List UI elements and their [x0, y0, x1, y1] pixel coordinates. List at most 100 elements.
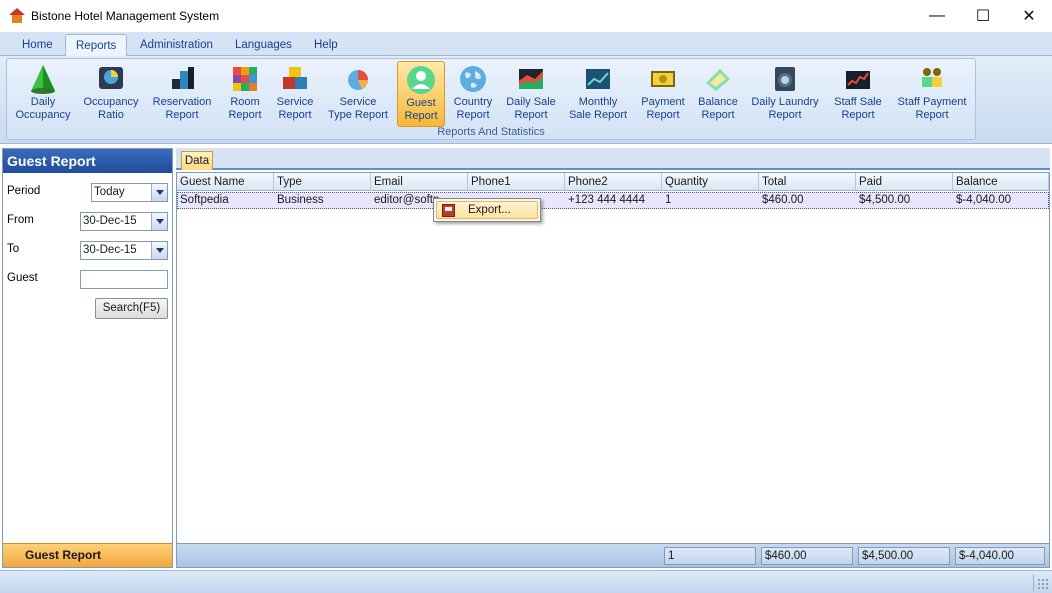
cell-type: Business	[277, 194, 324, 206]
service-type-report-button[interactable]: Service Type Report	[325, 61, 391, 127]
pie-chart-icon	[99, 67, 123, 89]
column-header-paid[interactable]: Paid	[856, 173, 953, 191]
summary-total: $460.00	[761, 547, 853, 565]
cubes-icon	[233, 67, 257, 91]
reservation-report-button[interactable]: Reservation Report	[149, 61, 215, 127]
filter-panel: Guest Report Period Today From 30-Dec-15…	[2, 148, 173, 568]
area-chart-icon	[519, 69, 543, 89]
export-menu-item[interactable]: Export...	[436, 201, 538, 219]
room-report-label: Room Report	[228, 96, 262, 121]
house-icon	[9, 8, 25, 24]
column-header-guest-name[interactable]: Guest Name	[177, 173, 274, 191]
service-report-label: Service Report	[276, 96, 314, 121]
reservation-report-label: Reservation Report	[152, 96, 212, 121]
tab-administration[interactable]: Administration	[130, 34, 223, 56]
maximize-button[interactable]: ☐	[960, 0, 1006, 32]
summary-paid: $4,500.00	[858, 547, 950, 565]
monthly-sale-report-button[interactable]: Monthly Sale Report	[565, 61, 631, 127]
column-header-quantity[interactable]: Quantity	[662, 173, 759, 191]
title-bar: Bistone Hotel Management System — ☐ ✕	[0, 0, 1052, 32]
chevron-down-icon[interactable]	[151, 184, 167, 201]
guest-input[interactable]	[80, 270, 168, 289]
cell-balance: $-4,040.00	[956, 194, 1011, 206]
globe-icon	[460, 66, 486, 92]
staff-money-icon	[922, 68, 942, 87]
export-label: Export...	[468, 204, 511, 216]
monthly-sale-report-label: Monthly Sale Report	[568, 96, 628, 121]
column-header-phone2[interactable]: Phone2	[565, 173, 662, 191]
calculator-icon	[706, 69, 730, 91]
ribbon-group-reports: Daily Occupancy Occupancy Ratio Reservat…	[6, 58, 976, 140]
tab-data[interactable]: Data	[181, 151, 213, 170]
money-icon	[651, 71, 675, 87]
pyramid-icon	[31, 65, 55, 94]
country-report-button[interactable]: Country Report	[449, 61, 497, 127]
tab-help[interactable]: Help	[304, 34, 348, 56]
blocks-icon	[172, 67, 194, 89]
column-header-total[interactable]: Total	[759, 173, 856, 191]
guest-label: Guest	[7, 272, 38, 284]
balance-report-label: Balance Report	[698, 96, 738, 121]
country-report-label: Country Report	[453, 96, 493, 121]
payment-report-button[interactable]: Payment Report	[637, 61, 689, 127]
period-value: Today	[94, 186, 125, 198]
daily-sale-report-button[interactable]: Daily Sale Report	[501, 61, 561, 127]
daily-occupancy-button[interactable]: Daily Occupancy	[11, 61, 75, 127]
cell-total: $460.00	[762, 194, 804, 206]
guest-report-button[interactable]: Guest Report	[397, 61, 445, 127]
panel-footer-guest-report[interactable]: Guest Report	[3, 543, 172, 567]
menu-bar: Home Reports Administration Languages He…	[0, 32, 1052, 56]
washer-icon	[775, 67, 795, 91]
daily-occupancy-label: Daily Occupancy	[15, 96, 71, 121]
search-button[interactable]: Search(F5)	[95, 298, 168, 319]
window-title: Bistone Hotel Management System	[31, 9, 220, 23]
period-select[interactable]: Today	[91, 183, 168, 202]
column-header-type[interactable]: Type	[274, 173, 371, 191]
to-date-picker[interactable]: 30-Dec-15	[80, 241, 168, 260]
guest-report-grid[interactable]: Guest Name Type Email Phone1 Phone2 Quan…	[176, 172, 1050, 568]
summary-quantity: 1	[664, 547, 756, 565]
service-type-report-label: Service Type Report	[328, 96, 388, 121]
guest-icon	[407, 66, 435, 94]
table-row[interactable]: Softpedia Business editor@softp +123 444…	[177, 192, 1049, 209]
service-report-button[interactable]: Service Report	[271, 61, 319, 127]
to-date-value: 30-Dec-15	[83, 244, 137, 256]
column-header-phone1[interactable]: Phone1	[468, 173, 565, 191]
context-menu: Export...	[433, 198, 541, 222]
staff-sale-report-label: Staff Sale Report	[834, 96, 882, 121]
staff-payment-report-label: Staff Payment Report	[897, 96, 967, 121]
daily-laundry-report-label: Daily Laundry Report	[751, 96, 819, 121]
data-tab-bar: Data	[176, 148, 1050, 170]
summary-balance: $-4,040.00	[955, 547, 1045, 565]
room-report-button[interactable]: Room Report	[221, 61, 269, 127]
column-header-balance[interactable]: Balance	[953, 173, 1049, 191]
chevron-down-icon[interactable]	[151, 213, 167, 230]
chart-icon	[348, 70, 368, 90]
column-header-email[interactable]: Email	[371, 173, 468, 191]
balance-report-button[interactable]: Balance Report	[693, 61, 743, 127]
tab-reports[interactable]: Reports	[65, 34, 128, 56]
cell-phone2: +123 444 4444	[568, 194, 646, 206]
payment-report-label: Payment Report	[641, 96, 685, 121]
ribbon-group-label: Reports And Statistics	[437, 126, 545, 138]
save-icon	[442, 204, 455, 217]
occupancy-ratio-button[interactable]: Occupancy Ratio	[79, 61, 143, 127]
staff-sale-report-button[interactable]: Staff Sale Report	[827, 61, 889, 127]
guest-report-label: Guest Report	[404, 97, 438, 122]
stock-chart-icon	[846, 71, 870, 89]
from-date-value: 30-Dec-15	[83, 215, 137, 227]
staff-payment-report-button[interactable]: Staff Payment Report	[893, 61, 971, 127]
to-label: To	[7, 243, 20, 255]
panel-title: Guest Report	[3, 149, 172, 173]
ribbon: Daily Occupancy Occupancy Ratio Reservat…	[0, 56, 1052, 144]
resize-grip-icon[interactable]	[1037, 578, 1049, 590]
minimize-button[interactable]: —	[914, 0, 960, 32]
tab-home[interactable]: Home	[12, 34, 63, 56]
tab-languages[interactable]: Languages	[225, 34, 302, 56]
from-date-picker[interactable]: 30-Dec-15	[80, 212, 168, 231]
close-button[interactable]: ✕	[1006, 0, 1052, 32]
line-chart-icon	[586, 69, 610, 89]
chevron-down-icon[interactable]	[151, 242, 167, 259]
status-separator	[1033, 574, 1034, 591]
daily-laundry-report-button[interactable]: Daily Laundry Report	[747, 61, 823, 127]
